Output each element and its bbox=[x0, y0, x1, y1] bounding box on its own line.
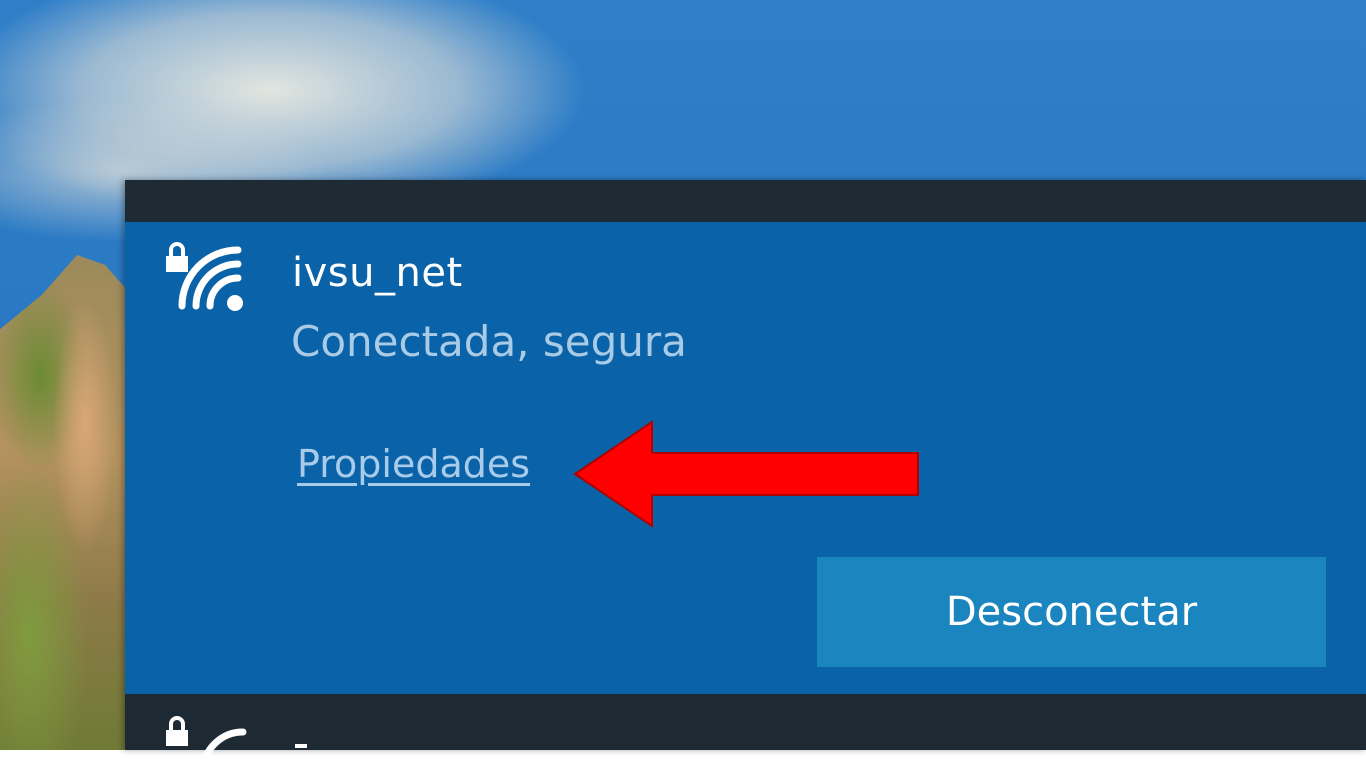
network-status: Conectada, segura bbox=[291, 317, 687, 366]
properties-link[interactable]: Propiedades bbox=[297, 442, 530, 486]
network-item-next[interactable] bbox=[125, 696, 1366, 770]
network-name: ivsu_net bbox=[292, 250, 463, 296]
wifi-secured-icon bbox=[166, 716, 247, 770]
wallpaper-cliff bbox=[0, 255, 140, 750]
flyout-header-strip bbox=[125, 180, 1366, 222]
wifi-secured-icon bbox=[166, 242, 243, 311]
disconnect-button[interactable]: Desconectar bbox=[817, 557, 1326, 667]
network-name-partial bbox=[295, 744, 307, 748]
lock-icon bbox=[169, 242, 185, 256]
lock-body-icon bbox=[166, 256, 188, 272]
red-arrow-icon bbox=[573, 420, 919, 528]
